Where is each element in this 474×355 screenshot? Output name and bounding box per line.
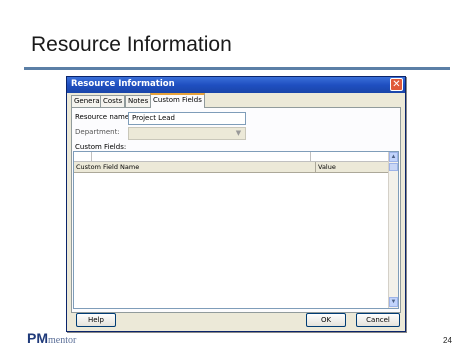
custom-fields-grid[interactable]: Custom Field Name Value ▲ ▼ [73, 151, 399, 309]
tab-notes[interactable]: Notes [125, 95, 152, 107]
help-button[interactable]: Help [76, 313, 116, 327]
chevron-down-icon: ▼ [235, 129, 242, 137]
scroll-down-arrow-icon[interactable]: ▼ [389, 297, 398, 307]
column-header-custom-field-name[interactable]: Custom Field Name [74, 162, 316, 173]
resource-information-dialog: Resource Information ✕ General Costs Not… [66, 76, 406, 332]
department-label: Department: [75, 128, 120, 136]
resource-name-label: Resource name: [75, 113, 132, 121]
logo-mentor: mentor [48, 335, 77, 346]
pm-mentor-logo: PMmentor [27, 330, 76, 346]
tab-costs[interactable]: Costs [100, 95, 126, 107]
scroll-thumb[interactable] [389, 163, 398, 171]
column-header-value[interactable]: Value [316, 162, 390, 173]
scroll-up-arrow-icon[interactable]: ▲ [389, 152, 398, 162]
logo-pm: PM [27, 330, 48, 346]
ok-button[interactable]: OK [306, 313, 346, 327]
dialog-title: Resource Information [71, 79, 175, 89]
tab-custom-fields[interactable]: Custom Fields [150, 93, 205, 108]
grid-edit-row[interactable] [74, 152, 390, 162]
close-icon[interactable]: ✕ [390, 78, 403, 91]
grid-edit-cell[interactable] [91, 152, 311, 162]
page-number: 24 [443, 336, 452, 345]
title-divider [24, 67, 450, 70]
department-select: ▼ [128, 127, 246, 140]
resource-name-input[interactable]: Project Lead [128, 112, 246, 125]
grid-vertical-scrollbar[interactable]: ▲ ▼ [388, 152, 398, 308]
slide-title: Resource Information [31, 33, 232, 56]
dialog-titlebar[interactable]: Resource Information ✕ [67, 77, 405, 93]
cancel-button[interactable]: Cancel [356, 313, 400, 327]
custom-fields-label: Custom Fields: [75, 143, 127, 151]
grid-header: Custom Field Name Value [74, 162, 390, 173]
